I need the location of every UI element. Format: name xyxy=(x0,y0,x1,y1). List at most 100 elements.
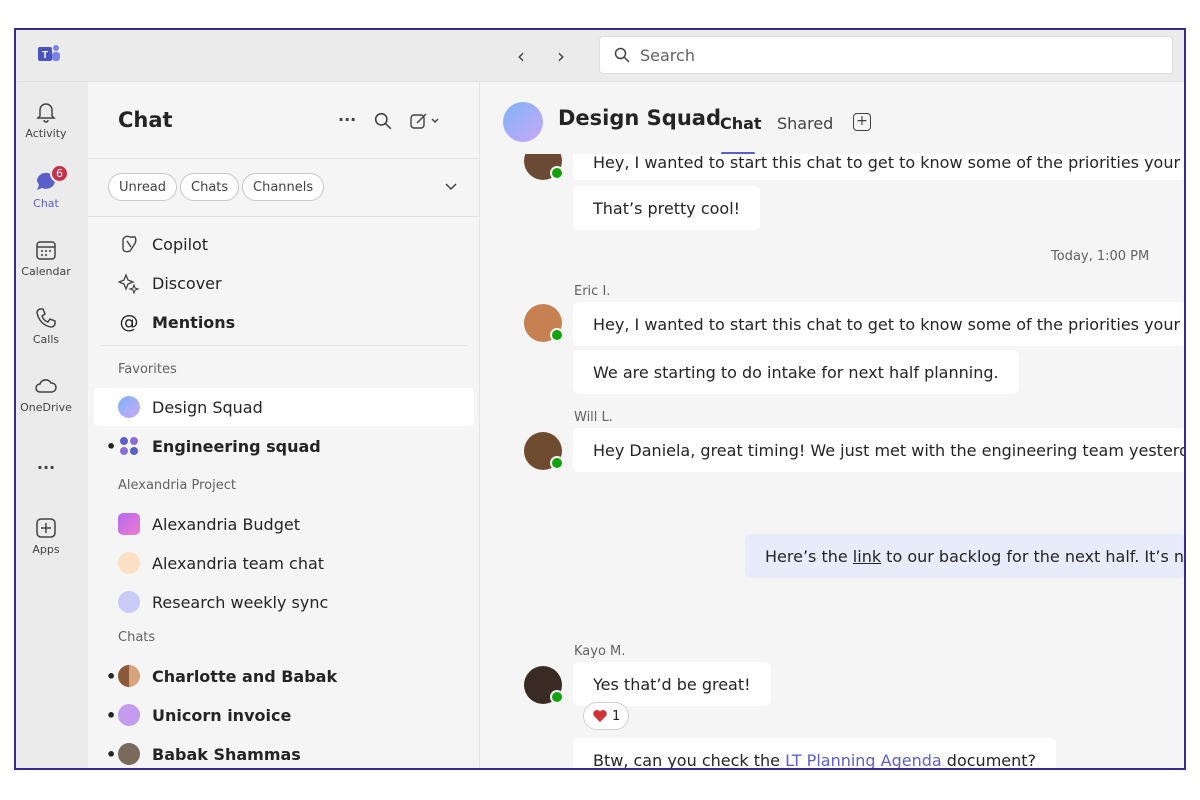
list-item-label: Charlotte and Babak xyxy=(152,666,338,686)
sender-name: Kayo M. xyxy=(574,644,626,659)
rail-item-calls[interactable]: Calls xyxy=(16,306,76,346)
list-item-label: Alexandria Budget xyxy=(152,514,300,534)
calendar-meeting-icon xyxy=(118,591,140,613)
rail-item-activity[interactable]: Activity xyxy=(16,100,76,140)
filter-channels[interactable]: Channels xyxy=(242,173,325,201)
list-item-research-weekly-sync[interactable]: Research weekly sync xyxy=(94,583,474,621)
conversation-header: Design Squad Chat Shared + xyxy=(481,82,1186,155)
list-item-engineering-squad[interactable]: • Engineering squad xyxy=(94,427,474,465)
backlog-link[interactable]: link xyxy=(853,547,881,566)
rail-label-calls: Calls xyxy=(32,333,60,346)
sparkle-icon xyxy=(118,273,140,294)
list-item-alexandria-budget[interactable]: Alexandria Budget xyxy=(94,505,474,543)
list-item-discover[interactable]: Discover xyxy=(94,264,474,302)
list-item-copilot[interactable]: Copilot xyxy=(94,225,474,263)
section-favorites: Favorites xyxy=(118,362,177,377)
presence-available-icon xyxy=(550,690,564,704)
list-item-mentions[interactable]: @ Mentions xyxy=(94,303,474,341)
message-bubble: Hey, I wanted to start this chat to get … xyxy=(573,154,1186,180)
babak-shammas-avatar xyxy=(118,743,140,765)
message-text: Here’s the xyxy=(765,546,853,566)
sender-name: Eric I. xyxy=(574,284,611,299)
divider xyxy=(102,345,466,346)
filter-expand-chevron-icon[interactable] xyxy=(444,182,458,192)
list-item-label: Design Squad xyxy=(152,397,263,417)
add-apps-icon xyxy=(36,518,56,538)
add-tab-icon[interactable]: + xyxy=(853,113,871,131)
my-message-bubble: Here’s the link to our backlog for the n… xyxy=(745,534,1186,578)
list-item-unicorn-invoice[interactable]: • Unicorn invoice xyxy=(94,696,474,734)
message-bubble: We are starting to do intake for next ha… xyxy=(573,350,1019,394)
chat-unread-badge: 6 xyxy=(50,164,69,183)
charlotte-babak-avatar xyxy=(118,665,140,687)
rail-item-apps[interactable]: Apps xyxy=(16,516,76,556)
list-item-label: Research weekly sync xyxy=(152,592,329,612)
bell-icon xyxy=(36,103,56,123)
rail-label-calendar: Calendar xyxy=(21,265,71,278)
unicorn-invoice-avatar xyxy=(118,704,140,726)
rail-item-onedrive[interactable]: OneDrive xyxy=(16,374,76,414)
divider xyxy=(88,216,480,217)
rail-item-chat[interactable]: 6 Chat xyxy=(16,164,76,210)
heart-icon xyxy=(593,710,607,722)
list-item-label: Unicorn invoice xyxy=(152,705,292,725)
rail-label-activity: Activity xyxy=(25,127,67,140)
rail-item-calendar[interactable]: Calendar xyxy=(16,238,76,278)
engineering-squad-avatar xyxy=(120,437,138,455)
list-item-babak-shammas[interactable]: • Babak Shammas xyxy=(94,735,474,768)
calendar-icon xyxy=(36,241,56,260)
design-squad-avatar xyxy=(118,396,140,418)
message-bubble: Hey Daniela, great timing! We just met w… xyxy=(573,428,1186,472)
tab-shared[interactable]: Shared xyxy=(777,114,833,133)
list-item-alexandria-team-chat[interactable]: Alexandria team chat xyxy=(94,544,474,582)
unread-dot-icon: • xyxy=(106,744,117,764)
list-item-design-squad[interactable]: Design Squad xyxy=(94,388,474,426)
message-bubble: Btw, can you check the LT Planning Agend… xyxy=(573,738,1057,770)
alexandria-budget-avatar xyxy=(118,513,140,535)
section-chats: Chats xyxy=(118,630,156,645)
rail-label-chat: Chat xyxy=(33,197,59,210)
search-placeholder: Search xyxy=(640,45,695,65)
copilot-icon xyxy=(122,235,137,253)
window-border xyxy=(1184,28,1186,770)
presence-available-icon xyxy=(550,166,564,180)
more-apps-button[interactable]: ... xyxy=(16,454,76,473)
lt-planning-agenda-link[interactable]: LT Planning Agenda xyxy=(785,751,942,769)
cloud-icon xyxy=(35,379,57,393)
chat-list-pane: Chat ··· Unread Chats Channels Copilot D… xyxy=(88,82,480,768)
list-item-label: Discover xyxy=(152,273,222,293)
list-item-label: Copilot xyxy=(152,234,209,254)
conversation-title: Design Squad xyxy=(558,106,721,130)
message-text: document? xyxy=(941,750,1037,770)
phone-icon xyxy=(36,308,56,328)
sender-name: Will L. xyxy=(574,410,613,425)
chat-list-actions: ··· xyxy=(338,110,442,130)
message-bubble: That’s pretty cool! xyxy=(573,186,761,230)
more-options-icon[interactable]: ··· xyxy=(338,110,356,130)
tab-chat[interactable]: Chat xyxy=(720,114,762,133)
list-item-label: Alexandria team chat xyxy=(152,553,325,573)
teams-window: T ‹ › Search Activity 6 Chat Calendar Ca… xyxy=(14,28,1186,770)
timestamp: Today, 1:00 PM xyxy=(1051,249,1150,264)
design-squad-group-avatar xyxy=(503,102,543,142)
back-arrow-icon[interactable]: ‹ xyxy=(507,42,535,70)
search-input[interactable]: Search xyxy=(599,36,1173,74)
alexandria-team-chat-avatar xyxy=(118,552,140,574)
rail-label-onedrive: OneDrive xyxy=(20,401,72,414)
message-text: to our backlog for the next half. It’s n… xyxy=(881,546,1186,566)
heart-reaction[interactable]: 1 xyxy=(583,702,630,730)
message-list: Hey, I wanted to start this chat to get … xyxy=(481,154,1186,770)
presence-available-icon xyxy=(550,328,564,342)
conversation-pane: Design Squad Chat Shared + Hey, I wanted… xyxy=(481,82,1186,770)
unread-dot-icon: • xyxy=(106,436,117,456)
filter-chats[interactable]: Chats xyxy=(180,173,240,201)
list-item-label: Mentions xyxy=(152,312,236,332)
forward-arrow-icon[interactable]: › xyxy=(547,42,575,70)
search-chats-icon[interactable] xyxy=(374,112,392,130)
app-rail: Activity 6 Chat Calendar Calls OneDrive … xyxy=(16,82,88,768)
new-chat-icon[interactable] xyxy=(410,112,442,130)
filter-unread[interactable]: Unread xyxy=(108,173,178,201)
list-item-charlotte-and-babak[interactable]: • Charlotte and Babak xyxy=(94,657,474,695)
message-text: Btw, can you check the xyxy=(593,750,786,770)
rail-label-apps: Apps xyxy=(32,543,60,556)
